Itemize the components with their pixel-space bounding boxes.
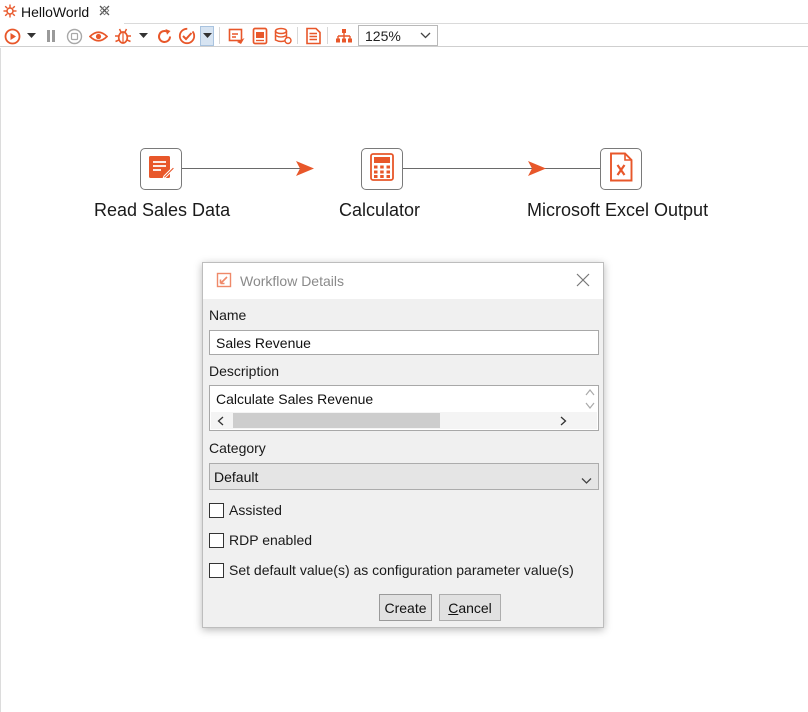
checkbox-label: Assisted — [229, 502, 282, 518]
description-label: Description — [209, 363, 280, 379]
hop-line[interactable] — [182, 168, 302, 169]
assisted-checkbox[interactable] — [209, 502, 224, 518]
text-file-input-icon — [147, 153, 176, 186]
editor-tab-bar: HelloWorld — [0, 0, 808, 24]
replay-icon[interactable] — [154, 26, 174, 46]
rdp-enabled-checkbox[interactable] — [209, 532, 224, 548]
set-default-values-checkbox-row[interactable]: Set default value(s) as configuration pa… — [209, 562, 574, 578]
scroll-down-icon[interactable] — [585, 401, 595, 410]
hop-arrow-icon — [296, 161, 314, 176]
checkbox-label: RDP enabled — [229, 532, 313, 548]
cancel-button[interactable]: Cancel — [439, 594, 501, 621]
dialog-title-bar: Workflow Details — [203, 263, 603, 299]
step-label: Read Sales Data — [94, 200, 231, 220]
debug-icon[interactable] — [113, 26, 133, 46]
workflow-details-dialog: Workflow Details Name Sales Revenue Desc… — [202, 262, 604, 628]
category-label: Category — [209, 440, 266, 456]
assisted-checkbox-row[interactable]: Assisted — [209, 502, 282, 518]
align-icon[interactable] — [334, 26, 354, 46]
tab-title: HelloWorld — [21, 4, 90, 20]
name-field[interactable]: Sales Revenue — [209, 330, 599, 355]
run-dropdown-icon[interactable] — [24, 26, 38, 46]
sql-icon[interactable] — [250, 26, 270, 46]
toolbar: 125% — [0, 24, 808, 47]
name-value: Sales Revenue — [216, 334, 311, 351]
pause-icon[interactable] — [43, 26, 59, 46]
excel-output-icon — [607, 152, 635, 187]
hop-arrow-icon — [528, 161, 546, 176]
chevron-down-icon — [581, 472, 592, 488]
scroll-up-icon[interactable] — [585, 388, 595, 397]
scroll-right-icon[interactable] — [560, 416, 567, 426]
horizontal-scrollbar[interactable] — [211, 412, 597, 429]
step-read-sales-data[interactable] — [140, 148, 182, 190]
description-field[interactable]: Calculate Sales Revenue — [209, 385, 599, 431]
explore-db-icon[interactable] — [273, 26, 293, 46]
category-select[interactable]: Default — [209, 463, 599, 490]
run-icon[interactable] — [3, 26, 21, 46]
preview-icon[interactable] — [88, 26, 108, 46]
stop-icon[interactable] — [64, 26, 84, 46]
step-microsoft-excel-output[interactable] — [600, 148, 642, 190]
transformation-icon — [3, 4, 17, 21]
close-tab-icon[interactable] — [99, 5, 110, 19]
vertical-scrollbar[interactable] — [584, 388, 596, 410]
step-label: Calculator — [339, 200, 421, 220]
toolbar-separator — [297, 27, 298, 44]
hop-line[interactable] — [402, 168, 600, 169]
rdp-enabled-checkbox-row[interactable]: RDP enabled — [209, 532, 312, 548]
scrollbar-thumb[interactable] — [233, 413, 440, 428]
chevron-down-icon — [420, 28, 431, 45]
category-value: Default — [214, 468, 259, 485]
description-value: Calculate Sales Revenue — [216, 391, 374, 407]
debug-dropdown-icon[interactable] — [136, 26, 150, 46]
scroll-left-icon[interactable] — [217, 416, 224, 426]
verify-icon[interactable] — [177, 26, 197, 46]
zoom-select[interactable]: 125% — [358, 25, 438, 46]
verify-dropdown-icon[interactable] — [200, 26, 214, 46]
show-results-icon[interactable] — [303, 26, 323, 46]
workflow-details-icon — [216, 272, 232, 291]
create-button-label: Create — [384, 599, 427, 616]
toolbar-separator — [219, 27, 220, 44]
step-calculator[interactable] — [361, 148, 403, 190]
toolbar-separator — [327, 27, 328, 44]
calculator-icon — [368, 152, 396, 186]
step-label: Microsoft Excel Output — [527, 200, 709, 220]
impact-icon[interactable] — [227, 26, 247, 46]
zoom-value: 125% — [365, 27, 401, 44]
tab-helloworld[interactable]: HelloWorld — [0, 0, 124, 24]
cancel-button-label: Cancel — [448, 599, 492, 616]
create-button[interactable]: Create — [379, 594, 432, 621]
close-icon[interactable] — [576, 273, 590, 292]
dialog-title: Workflow Details — [240, 273, 344, 289]
set-default-values-checkbox[interactable] — [209, 562, 224, 578]
checkbox-label: Set default value(s) as configuration pa… — [229, 562, 574, 578]
name-label: Name — [209, 307, 247, 323]
